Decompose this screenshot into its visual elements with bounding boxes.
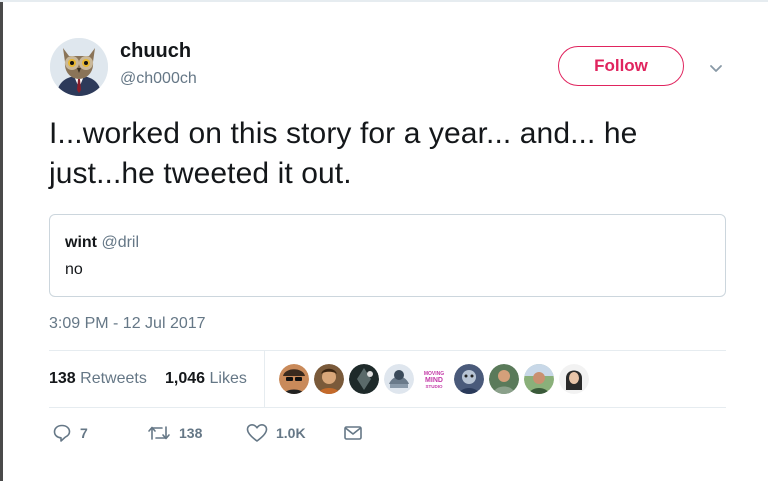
follow-button[interactable]: Follow <box>558 46 684 86</box>
envelope-icon <box>344 426 362 440</box>
like-button[interactable]: 1.0K <box>246 423 306 443</box>
liker-avatar-field-icon[interactable] <box>524 364 554 394</box>
heart-icon <box>246 424 268 442</box>
retweet-count: 138 <box>179 425 203 441</box>
tweet-timestamp[interactable]: 3:09 PM - 12 Jul 2017 <box>49 315 206 333</box>
liker-avatar-blue-icon[interactable] <box>454 364 484 394</box>
likes-stat[interactable]: 1,046 Likes <box>165 370 247 388</box>
tweet-card: chuuch @ch000ch Follow I...worked on thi… <box>0 0 768 481</box>
liker-avatar-green-icon[interactable] <box>489 364 519 394</box>
author-handle[interactable]: @ch000ch <box>120 70 197 88</box>
author-avatar[interactable] <box>50 38 108 96</box>
reply-button[interactable]: 7 <box>52 423 88 443</box>
svg-text:MIND: MIND <box>425 377 443 384</box>
quoted-tweet-text: no <box>65 261 83 278</box>
quoted-tweet[interactable]: wint @dril no <box>49 214 726 297</box>
author-name[interactable]: chuuch <box>120 40 191 63</box>
quoted-author: wint @dril <box>65 234 139 252</box>
quoted-author-name: wint <box>65 234 97 251</box>
direct-message-button[interactable] <box>343 423 363 443</box>
divider-bottom <box>49 407 726 408</box>
tweet-text: I...worked on this story for a year... a… <box>49 117 638 190</box>
retweets-stat[interactable]: 138 Retweets <box>49 370 147 388</box>
reply-icon <box>53 424 71 442</box>
liker-avatar-portrait-icon[interactable] <box>559 364 589 394</box>
liker-avatar-sunglasses-icon[interactable] <box>279 364 309 394</box>
retweets-count: 138 <box>49 370 76 387</box>
retweets-label: Retweets <box>80 370 147 387</box>
retweet-icon <box>148 426 170 440</box>
liker-avatar-illustration-icon[interactable] <box>384 364 414 394</box>
liker-avatar-logo-icon[interactable]: MOVING MIND STUDIO <box>419 364 449 394</box>
quoted-author-handle: @dril <box>101 234 140 251</box>
reply-count: 7 <box>80 425 88 441</box>
liker-avatar-brown-icon[interactable] <box>314 364 344 394</box>
window-top-edge <box>0 0 768 2</box>
like-count: 1.0K <box>276 425 306 441</box>
stats-divider <box>264 351 265 407</box>
divider-top <box>49 350 726 351</box>
owl-in-suit-avatar-icon <box>50 38 108 96</box>
svg-text:STUDIO: STUDIO <box>425 384 443 389</box>
window-edge <box>0 0 3 481</box>
chevron-down-icon[interactable] <box>706 58 726 78</box>
liker-avatar-dark-icon[interactable] <box>349 364 379 394</box>
likes-count: 1,046 <box>165 370 206 387</box>
likes-label: Likes <box>209 370 247 387</box>
liker-avatars: MOVING MIND STUDIO <box>279 364 589 394</box>
retweet-button[interactable]: 138 <box>147 423 202 443</box>
